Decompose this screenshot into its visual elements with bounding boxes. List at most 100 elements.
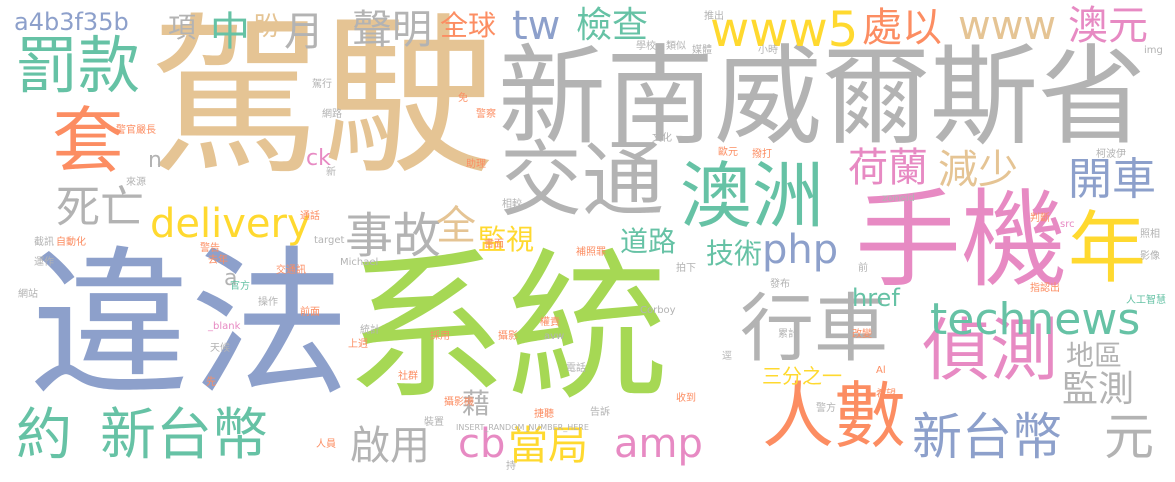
word-buzhaozui: 補照罪 [576, 247, 606, 258]
word-paixia: 拍下 [676, 263, 696, 274]
word-shengming: 聲明 [352, 7, 432, 53]
word-tao: 套 [52, 99, 125, 183]
word-caozuo: 操作 [258, 297, 278, 308]
word-quan: 全 [436, 203, 476, 249]
word-siwang: 死亡 [56, 182, 144, 233]
word-nian: 年 [1068, 204, 1147, 294]
word-mian: 免 [458, 93, 468, 104]
word-jing: 逕 [722, 351, 732, 362]
word-zhuangzhi: 裝置 [424, 417, 444, 428]
word-a4b3f35b: a4b3f35b [14, 8, 129, 36]
word-img: img [1144, 45, 1163, 56]
word-yuan: 元 [1104, 408, 1154, 466]
word-xiwang: 希望 [876, 389, 896, 400]
word-aozhou: 澳洲 [680, 154, 825, 238]
word-jianshao: 減少 [938, 147, 1018, 193]
word-kebeiyi: 柯波伊 [1096, 149, 1126, 160]
word-wenhua: 文化 [652, 133, 672, 144]
word-www: www [958, 3, 1057, 49]
word-sheyingji: 攝影機 [444, 397, 474, 408]
word-jiance: 監測 [1062, 369, 1135, 410]
word-guanfang: 官方 [230, 281, 250, 292]
word-jiaotong: 交通 [500, 133, 665, 228]
word-leisi: 類似 [666, 41, 686, 52]
word-meiti: 媒體 [692, 45, 712, 56]
word-xitong: 系統 [345, 235, 669, 423]
word-yue: 約 [16, 403, 72, 468]
word-leiji: 累計 [778, 329, 798, 340]
word-chi: 持 [506, 461, 516, 472]
word-shangzhou: 上週 [348, 339, 368, 350]
word-fabu: 發布 [770, 279, 790, 290]
word-delivery: delivery [150, 201, 311, 247]
word-wangzhan: 網站 [18, 289, 38, 300]
word-shumian: 書面 [484, 239, 504, 250]
word-avw: avw [544, 331, 565, 342]
word-n: n [148, 148, 162, 173]
word-shoudao: 收到 [676, 393, 696, 404]
word-twd-1: 新台幣 [100, 403, 268, 468]
word-jingcha: 警察 [476, 109, 496, 120]
word-tuichu: 推出 [704, 11, 724, 22]
word-jingfang: 警方 [816, 403, 836, 414]
word-helan: 荷蘭 [848, 145, 928, 191]
word-sanfenzhiyi: 三分之一 [762, 364, 842, 388]
word-cloud: 駕駛 違法 系統 新南威爾斯省 手機 澳洲 交通 罰款 套 人數 偵測 行車 年… [0, 0, 1175, 482]
word-yue2: 月 [284, 9, 324, 55]
word-ouyuan: 歐元 [718, 147, 738, 158]
word-shigu: 事故 [345, 208, 442, 264]
word-jinggao: 警告 [200, 243, 220, 254]
word-jiaxing: 駕行 [312, 79, 332, 90]
word-boda: 撥打 [752, 149, 772, 160]
word-chuyi: 處以 [862, 5, 942, 51]
word-shequn: 社群 [398, 371, 418, 382]
word-rengongzhihui: 人工智慧 [1126, 295, 1166, 306]
word-amp: amp [614, 421, 703, 467]
word-jishu: 技術 [706, 237, 763, 270]
word-caiyong: 採用 [430, 331, 450, 342]
word-src: src [1060, 219, 1075, 230]
word-xian: 先 [206, 377, 216, 388]
word-quanqiu: 全球 [440, 9, 497, 42]
word-tw: tw [512, 3, 561, 49]
word-technews: technews [930, 294, 1141, 345]
word-zhuli: 助理 [466, 159, 486, 170]
word-dianhua: 電話 [566, 363, 586, 374]
word-wanglu: 網路 [322, 109, 342, 120]
word-jiexun: 截訊 [34, 237, 54, 248]
word-blank: _blank [208, 321, 241, 332]
word-jingguanyanzhang: 警官嚴長 [116, 125, 156, 136]
word-renyuan: 人員 [316, 439, 336, 450]
word-xuexiao: 學校 [636, 41, 656, 52]
word-twd-2: 新台幣 [912, 408, 1062, 466]
word-daolu: 道路 [620, 225, 677, 258]
word-zidonghua: 自動化 [56, 237, 86, 248]
word-yingxiang: 影像 [1140, 251, 1160, 262]
word-www5: www5 [710, 2, 859, 58]
word-pan: 盼 [254, 12, 281, 42]
word-panduan: 判斷 [1030, 213, 1050, 224]
word-aoyuan: 澳元 [1068, 3, 1148, 49]
word-gaosu: 告訴 [590, 407, 610, 418]
word-qianmian: 前面 [300, 307, 320, 318]
word-ai: Al [876, 365, 886, 376]
word-xiang: 項 [168, 11, 197, 44]
word-kaiche: 開車 [1068, 154, 1156, 205]
word-dangju: 當局 [508, 423, 588, 469]
word-diqu: 地區 [1066, 339, 1123, 372]
word-yunzuo: 運作 [34, 257, 54, 268]
word-qian: 前 [858, 263, 868, 274]
word-xiangjiao: 相較 [502, 199, 522, 210]
word-xin: 新 [326, 167, 336, 178]
word-zhirenchu: 指認出 [1030, 283, 1060, 294]
word-href: href [852, 284, 900, 312]
word-php: php [762, 227, 839, 273]
word-tongji: 統計 [360, 325, 380, 336]
word-sheying: 攝影 [498, 331, 518, 342]
word-tonghua: 通話 [300, 211, 320, 222]
word-insert-random: INSERT_RANDOM_NUMBER_HERE [456, 423, 589, 432]
word-tianhou: 天候 [210, 343, 230, 354]
word-target: target [314, 235, 345, 246]
word-zoneid: zoneid [882, 193, 915, 204]
word-jiancha: 檢查 [576, 5, 649, 46]
